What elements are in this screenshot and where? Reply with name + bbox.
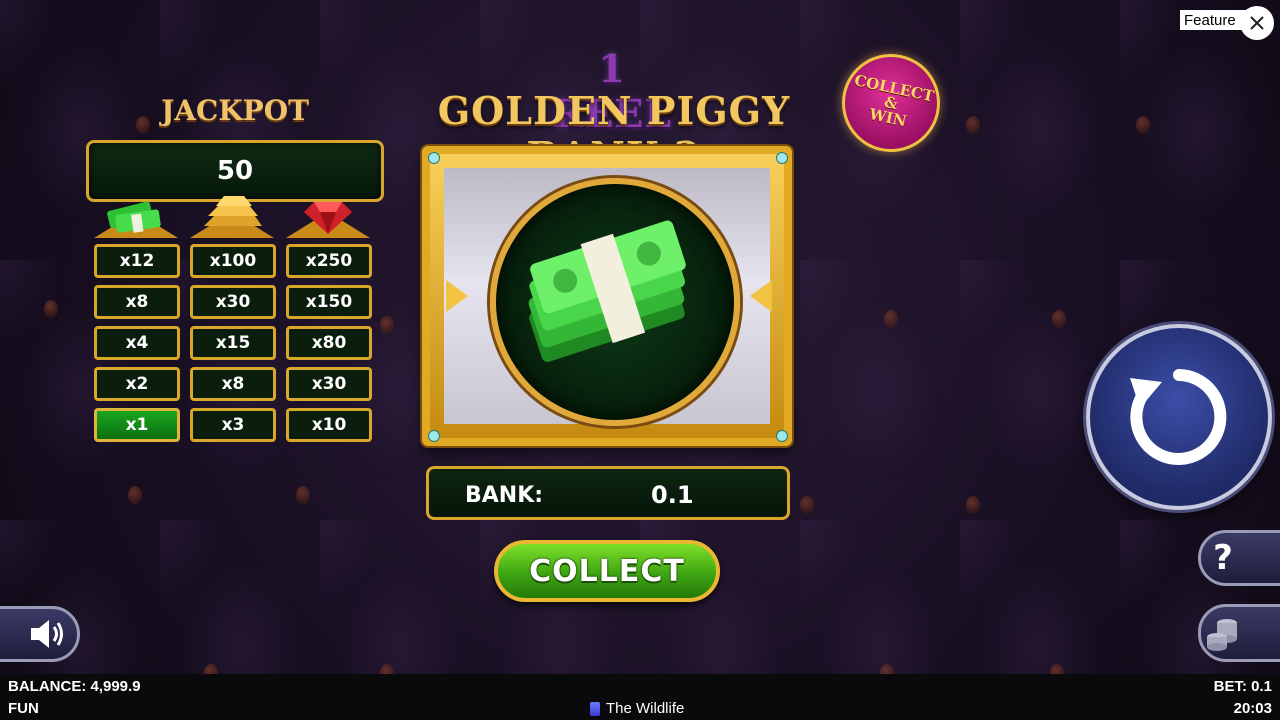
help-label: ?: [1213, 538, 1233, 578]
stud-decoration: [1136, 116, 1150, 134]
bank-value: 0.1: [651, 481, 694, 509]
bank-panel: BANK: 0.1: [426, 466, 790, 520]
status-bar: BALANCE: 4,999.9 FUN The Wildlife BET: 0…: [0, 674, 1280, 720]
corner-gem-icon: [428, 152, 440, 164]
corner-gem-icon: [776, 430, 788, 442]
corner-gem-icon: [776, 152, 788, 164]
close-icon: [1250, 16, 1264, 30]
speaker-icon: [31, 620, 63, 648]
stud-decoration: [128, 486, 142, 504]
paytable-cell: x80: [286, 326, 372, 360]
paytable-cell: x10: [286, 408, 372, 442]
stud-decoration: [380, 316, 394, 334]
paytable-cell: x1: [94, 408, 180, 442]
cash-stack-icon: [94, 201, 178, 238]
reel-arrow-left-icon: [446, 280, 468, 312]
time-text: 20:03: [1233, 700, 1272, 717]
paytable-cell: x8: [94, 285, 180, 319]
brand: The Wildlife: [590, 700, 684, 717]
stud-decoration: [136, 116, 150, 134]
paytable-cell: x30: [190, 285, 276, 319]
paytable-cell: x12: [94, 244, 180, 278]
paytable-cell: x100: [190, 244, 276, 278]
paytable-cell: x2: [94, 367, 180, 401]
gold-bars-icon: [190, 196, 274, 238]
feature-close-button[interactable]: [1240, 6, 1274, 40]
stud-decoration: [800, 496, 814, 514]
paytable-cell: x8: [190, 367, 276, 401]
jackpot-label: JACKPOT: [161, 94, 309, 127]
balance-text: BALANCE: 4,999.9: [8, 678, 141, 695]
bet-settings-button[interactable]: [1198, 604, 1280, 662]
corner-gem-icon: [428, 430, 440, 442]
paytable-cell: x3: [190, 408, 276, 442]
bank-label: BANK:: [465, 483, 544, 508]
reel-symbol-medallion: [490, 178, 740, 426]
mode-text: FUN: [8, 700, 39, 717]
jackpot-value: 50: [216, 156, 254, 186]
paytable-cell: x4: [94, 326, 180, 360]
feature-tag: Feature: [1180, 10, 1246, 30]
badge-text-line3: WIN: [867, 104, 909, 130]
stud-decoration: [884, 310, 898, 328]
stud-decoration: [1052, 310, 1066, 328]
ruby-gem-icon: [286, 202, 370, 238]
spin-button[interactable]: [1086, 324, 1272, 510]
paytable-cell: x150: [286, 285, 372, 319]
help-button[interactable]: ?: [1198, 530, 1280, 586]
stud-decoration: [966, 116, 980, 134]
paytable-cell: x15: [190, 326, 276, 360]
paytable-cell: x30: [286, 367, 372, 401]
reel-arrow-right-icon: [750, 280, 772, 312]
sound-toggle-button[interactable]: [0, 606, 80, 662]
brand-logo-icon: [590, 701, 600, 716]
feature-label: Feature: [1184, 11, 1236, 29]
coins-icon: [1207, 619, 1237, 651]
stud-decoration: [296, 486, 310, 504]
collect-button[interactable]: COLLECT: [494, 540, 720, 602]
bet-text: BET: 0.1: [1213, 678, 1272, 695]
stud-decoration: [44, 300, 58, 318]
cash-stack-icon: [528, 220, 686, 362]
paytable-cell: x250: [286, 244, 372, 278]
brand-text: The Wildlife: [606, 700, 685, 717]
stud-decoration: [966, 496, 980, 514]
spin-arrow-icon: [1130, 369, 1227, 465]
